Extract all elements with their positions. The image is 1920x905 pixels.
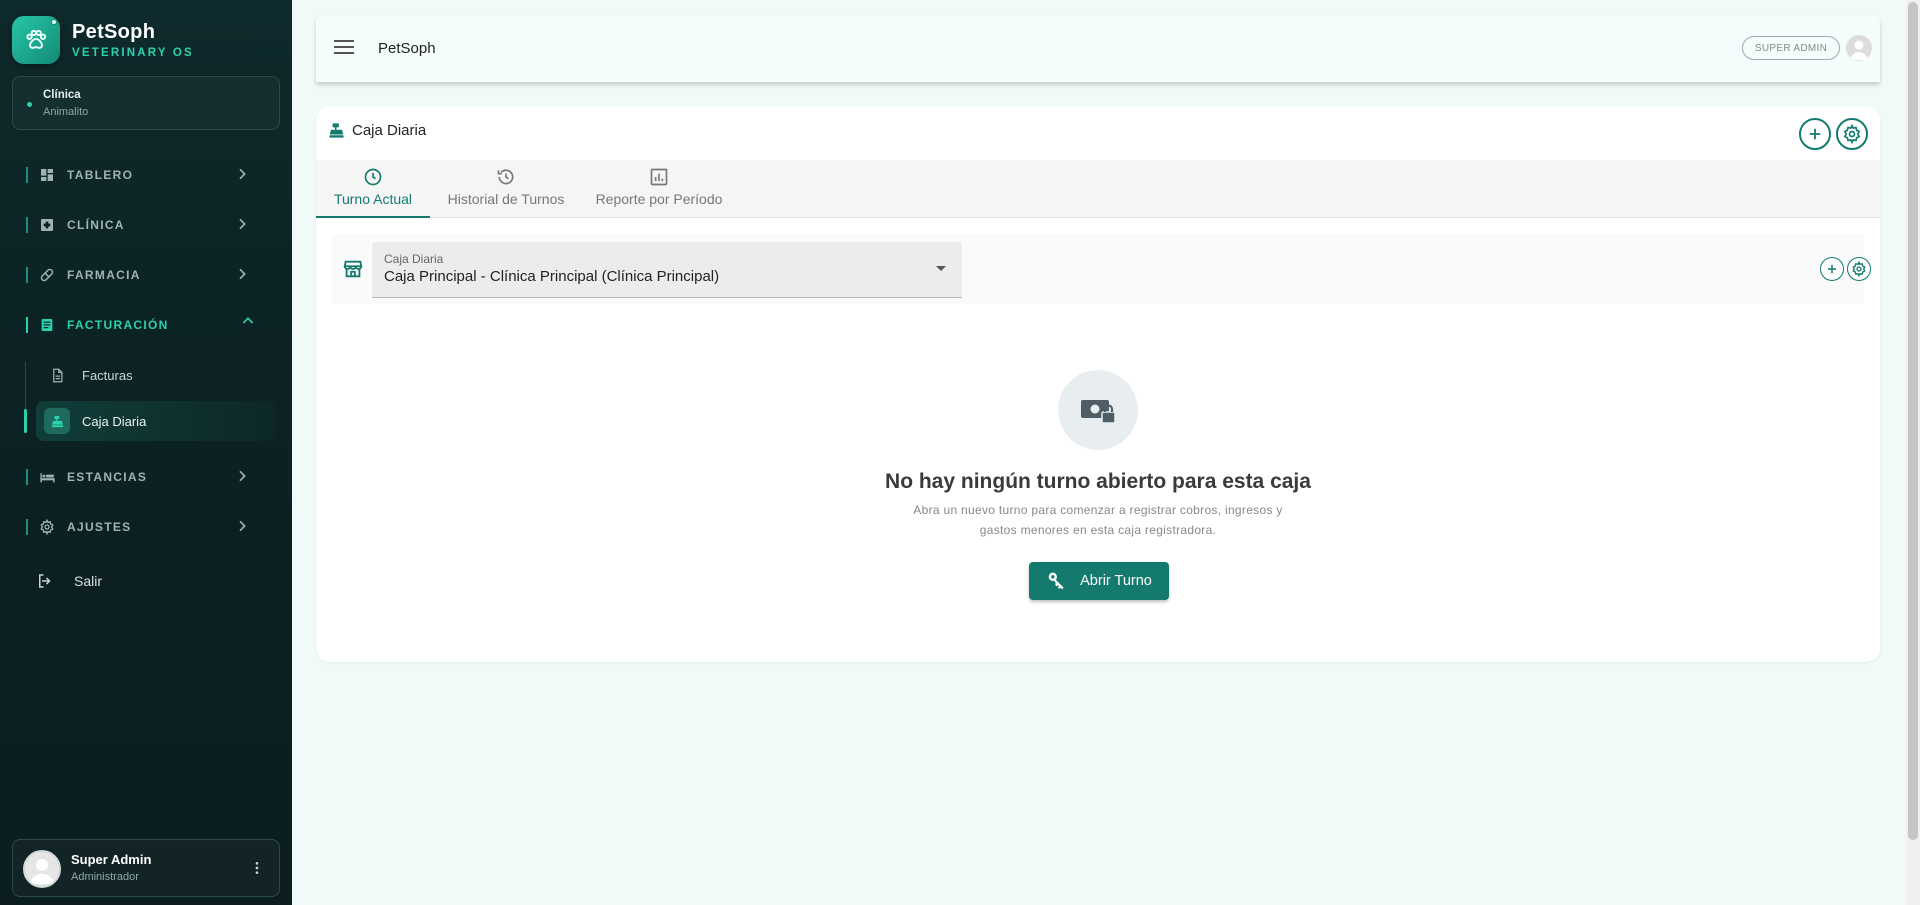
add-button[interactable]: [1799, 118, 1831, 150]
chevron-up-icon: [240, 313, 256, 329]
empty-state-title: No hay ningún turno abierto para esta ca…: [885, 470, 1311, 493]
gear-icon: [1852, 261, 1866, 277]
medical-cross-icon: [38, 216, 56, 234]
brand-name: PetSoph: [72, 21, 156, 43]
nav-indicator: [26, 519, 28, 535]
user-profile[interactable]: Super Admin Administrador: [12, 839, 280, 897]
sidebar-item-label: AJUSTES: [67, 520, 132, 534]
bar-chart-icon: [648, 166, 670, 188]
nav-indicator: [26, 317, 28, 333]
pill-icon: [38, 266, 56, 284]
key-icon: [1046, 570, 1068, 592]
brand-subtitle: VETERINARY OS: [72, 47, 194, 59]
document-icon: [48, 366, 66, 384]
nav-indicator: [26, 167, 28, 183]
open-shift-button[interactable]: Abrir Turno: [1029, 562, 1169, 600]
page-title: Caja Diaria: [352, 121, 427, 139]
open-shift-label: Abrir Turno: [1080, 573, 1152, 589]
nav-indicator: [26, 217, 28, 233]
menu-icon[interactable]: [334, 40, 354, 56]
user-role: Administrador: [71, 871, 139, 883]
scrollbar-thumb[interactable]: [1908, 2, 1918, 840]
more-vertical-icon[interactable]: [249, 860, 265, 876]
bed-icon: [38, 468, 56, 486]
sidebar-item-farmacia[interactable]: FARMACIA: [0, 255, 292, 295]
add-caja-button[interactable]: [1820, 257, 1844, 281]
select-label: Caja Diaria: [384, 252, 444, 266]
role-badge: SUPER ADMIN: [1742, 36, 1840, 60]
logout-icon: [36, 572, 54, 595]
clinic-selector[interactable]: Clínica Animalito: [12, 76, 280, 130]
chevron-right-icon: [234, 468, 250, 484]
clinic-status-dot: [27, 102, 32, 107]
plus-icon: [1809, 128, 1821, 140]
avatar: [23, 850, 61, 888]
cash-register-icon: [326, 120, 346, 140]
sidebar-item-ajustes[interactable]: AJUSTES: [0, 507, 292, 547]
select-value: Caja Principal - Clínica Principal (Clín…: [384, 268, 720, 285]
nav-indicator: [26, 267, 28, 283]
logout-button[interactable]: Salir: [36, 566, 236, 596]
active-indicator: [24, 409, 27, 433]
paw-logo-icon: [12, 16, 60, 64]
clinic-value: Animalito: [43, 106, 89, 118]
tab-label: Reporte por Período: [595, 191, 723, 207]
tab-reporte-periodo[interactable]: Reporte por Período: [588, 160, 730, 218]
chevron-right-icon: [234, 518, 250, 534]
top-app-bar: PetSoph SUPER ADMIN: [316, 16, 1880, 82]
tab-label: Historial de Turnos: [447, 191, 565, 207]
tab-bar: Turno Actual Historial de Turnos Reporte…: [316, 160, 1880, 218]
sidebar-item-label: ESTANCIAS: [67, 470, 148, 484]
sidebar-item-estancias[interactable]: ESTANCIAS: [0, 457, 292, 497]
empty-state-description: Abra un nuevo turno para comenzar a regi…: [913, 503, 1283, 537]
sidebar-subitem-label: Caja Diaria: [82, 414, 147, 429]
app-title: PetSoph: [378, 40, 436, 57]
clock-icon: [362, 166, 384, 188]
caret-down-icon: [936, 266, 946, 271]
sidebar-subitem-label: Facturas: [82, 368, 133, 383]
logout-label: Salir: [74, 573, 103, 589]
locked-cash-icon: [1058, 370, 1138, 450]
receipt-icon: [38, 316, 56, 334]
sidebar-item-facturacion[interactable]: FACTURACIÓN: [0, 305, 292, 345]
caja-diaria-card: Caja Diaria Turno Actual Historial de Tu…: [316, 106, 1880, 662]
sidebar-item-label: FACTURACIÓN: [67, 318, 169, 332]
cash-register-selector-row: Caja Diaria Caja Principal - Clínica Pri…: [332, 234, 1871, 304]
caja-settings-button[interactable]: [1847, 257, 1871, 281]
brand[interactable]: PetSoph VETERINARY OS: [12, 16, 194, 64]
store-icon: [342, 258, 364, 280]
gear-icon: [38, 518, 56, 536]
caja-select[interactable]: Caja Diaria Caja Principal - Clínica Pri…: [372, 242, 962, 298]
sidebar-subitem-caja-diaria[interactable]: Caja Diaria: [36, 401, 276, 441]
sidebar: PetSoph VETERINARY OS Clínica Animalito …: [0, 0, 292, 905]
cash-register-icon: [44, 408, 70, 434]
sidebar-item-label: TABLERO: [67, 168, 134, 182]
user-name: Super Admin: [71, 852, 152, 867]
nav-indicator: [26, 469, 28, 485]
sidebar-item-tablero[interactable]: TABLERO: [0, 155, 292, 195]
sidebar-item-clinica[interactable]: CLÍNICA: [0, 205, 292, 245]
settings-button[interactable]: [1836, 118, 1868, 150]
sidebar-subitem-facturas[interactable]: Facturas: [36, 355, 276, 395]
card-header: Caja Diaria: [326, 120, 426, 140]
tab-label: Turno Actual: [333, 191, 413, 207]
tab-historial-turnos[interactable]: Historial de Turnos: [440, 160, 572, 218]
status-dot: [51, 19, 57, 25]
clinic-label: Clínica: [43, 89, 81, 101]
history-icon: [495, 166, 517, 188]
tab-turno-actual[interactable]: Turno Actual: [316, 160, 430, 218]
plus-icon: [1827, 264, 1837, 274]
chevron-right-icon: [234, 166, 250, 182]
gear-icon: [1843, 124, 1861, 144]
sidebar-item-label: FARMACIA: [67, 268, 141, 282]
scrollbar[interactable]: [1906, 0, 1920, 905]
chevron-right-icon: [234, 216, 250, 232]
avatar[interactable]: [1846, 35, 1872, 61]
dashboard-icon: [38, 166, 56, 184]
chevron-right-icon: [234, 266, 250, 282]
sidebar-item-label: CLÍNICA: [67, 218, 125, 232]
